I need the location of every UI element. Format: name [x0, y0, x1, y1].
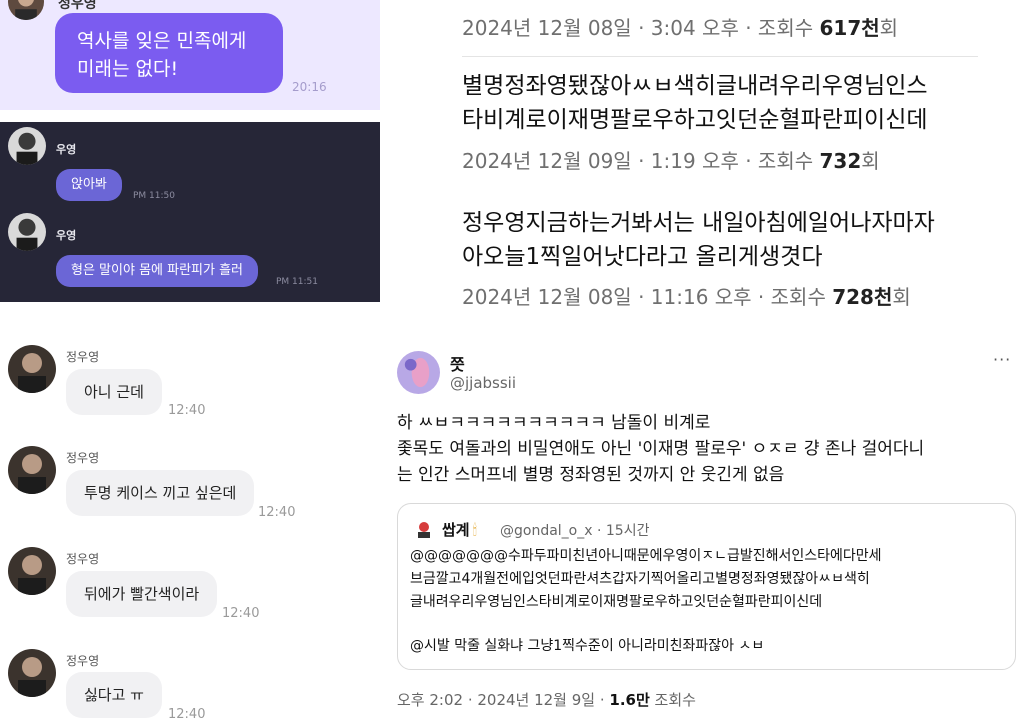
sender-name: 정우영 [66, 350, 100, 364]
post-text-line: 별명정좌영됐잖아ㅆㅂ색히글내려우리우영님인스 [462, 73, 928, 99]
sender-name: 우영 [56, 143, 77, 156]
message-bubble[interactable]: 앉아봐 [56, 169, 122, 201]
view-suffix: 회 [879, 16, 899, 40]
message-time: PM 11:51 [276, 277, 318, 287]
quoted-display-name: 쌉계 🕯 [442, 519, 477, 540]
post-text-line: 타비계로이재명팔로우하고잇던순혈파란피이신데 [462, 107, 928, 133]
post-date: 2024년 12월 08일 · 11:16 오후 · 조회수 [462, 285, 826, 309]
sender-name: 정우영 [66, 552, 100, 566]
sender-avatar[interactable] [8, 446, 56, 494]
sender-avatar[interactable] [8, 649, 56, 697]
tweet-display-name[interactable]: 쯧 [450, 351, 465, 375]
message-time: 12:40 [222, 606, 260, 621]
quoted-body: @@@@@@@수파두파미친년아니때문에우영이ㅈㄴ급발진해서인스타에다만세 브금깔… [410, 545, 882, 614]
post-text[interactable]: 정우영지금하는거봐서는 내일아침에일어나자마자 아오늘1찍일어낫다라고 올리게생… [462, 206, 935, 274]
post-date: 2024년 12월 08일 · 3:04 오후 · 조회수 [462, 16, 814, 40]
view-suffix: 회 [861, 149, 880, 173]
message-time: 12:40 [168, 707, 206, 722]
tweet-body: 하 ㅆㅂㅋㅋㅋㅋㅋㅋㅋㅋㅋㅋ 남돌이 비계로 좇목도 여돌과의 비밀연애도 아닌… [397, 410, 924, 488]
tweet-author-avatar[interactable] [397, 351, 440, 394]
message-bubble[interactable]: 싫다고 ㅠ [66, 672, 162, 718]
tweet-footer: 오후 2:02 · 2024년 12월 9일 · 1.6만 조회수 [397, 689, 696, 710]
message-time: 12:40 [168, 403, 206, 418]
tweet-view-label: 조회수 [649, 691, 696, 709]
tweet-line: 하 ㅆㅂㅋㅋㅋㅋㅋㅋㅋㅋㅋㅋ 남돌이 비계로 [397, 413, 711, 433]
sender-avatar[interactable] [8, 0, 44, 20]
sender-avatar[interactable] [8, 345, 56, 393]
quoted-name-text: 쌉계 [442, 521, 470, 539]
quoted-author-avatar[interactable] [413, 518, 435, 540]
post-timestamp: 2024년 12월 08일 · 3:04 오후 · 조회수 617천회 [462, 12, 898, 41]
sender-avatar[interactable] [8, 547, 56, 595]
post-text-line: 아오늘1찍일어낫다라고 올리게생겻다 [462, 244, 823, 270]
post-timestamp: 2024년 12월 08일 · 11:16 오후 · 조회수 728천회 [462, 281, 911, 310]
message-time: 12:40 [258, 505, 296, 520]
tweet-handle[interactable]: @jjabssii [450, 374, 516, 392]
sender-avatar[interactable] [8, 213, 46, 251]
sender-avatar[interactable] [8, 127, 46, 165]
tweet-timestamp[interactable]: 오후 2:02 · 2024년 12월 9일 · [397, 691, 609, 709]
message-bubble[interactable]: 뒤에가 빨간색이라 [66, 571, 218, 617]
message-time: 20:16 [292, 80, 327, 94]
post-timestamp: 2024년 12월 09일 · 1:19 오후 · 조회수 732회 [462, 145, 880, 174]
post-text-line: 정우영지금하는거봐서는 내일아침에일어나자마자 [462, 210, 935, 236]
more-options-icon[interactable]: ··· [993, 350, 1011, 369]
divider [462, 56, 978, 57]
post-date: 2024년 12월 09일 · 1:19 오후 · 조회수 [462, 149, 814, 173]
message-bubble[interactable]: 형은 말이야 몸에 파란피가 흘러 [56, 255, 259, 287]
quoted-line: 브금깔고4개월전에입엇던파란셔츠갑자기찍어올리고별명정좌영됐잖아ㅆㅂ색히 [410, 571, 870, 587]
message-bubble[interactable]: 아니 근데 [66, 369, 162, 415]
sender-name: 정우영 [66, 451, 100, 465]
quoted-line-extra: @시발 막줄 실화냐 그냥1찍수준이 아니라미친좌파잖아 ㅅㅂ [410, 638, 765, 654]
quoted-handle-time: @gondal_o_x · 15시간 [500, 523, 650, 539]
message-line: 미래는 없다! [77, 58, 179, 80]
view-count: 728천 [832, 285, 893, 309]
sender-name: 정우영 [66, 654, 100, 668]
message-bubble[interactable]: 역사를 잊은 민족에게 미래는 없다! [55, 13, 283, 93]
tweet-line: 좇목도 여돌과의 비밀연애도 아닌 '이재명 팔로우' ㅇㅈㄹ 걍 존나 걸어다… [397, 439, 925, 459]
view-count: 732 [819, 149, 862, 173]
message-time: PM 11:50 [133, 191, 175, 201]
view-suffix: 회 [892, 285, 911, 309]
message-line: 역사를 잊은 민족에게 [77, 30, 247, 52]
dark-chat-panel: 우영 앉아봐 PM 11:50 우영 형은 말이야 몸에 파란피가 흘러 PM … [0, 122, 380, 302]
sender-name: 정우영 [58, 0, 97, 12]
candle-emoji-icon: 🕯 [472, 521, 477, 539]
message-bubble[interactable]: 투명 케이스 끼고 싶은데 [66, 470, 255, 516]
view-count: 617천 [819, 16, 880, 40]
tweet-view-count: 1.6만 [609, 691, 650, 709]
post-text[interactable]: 별명정좌영됐잖아ㅆㅂ색히글내려우리우영님인스 타비계로이재명팔로우하고잇던순혈파… [462, 69, 928, 137]
quoted-line: 글내려우리우영님인스타비계로이재명팔로우하고잇던순혈파란피이신데 [410, 594, 823, 610]
quoted-line: @@@@@@@수파두파미친년아니때문에우영이ㅈㄴ급발진해서인스타에다만세 [410, 548, 882, 564]
sender-name: 우영 [56, 229, 77, 242]
purple-chat-panel: 정우영 역사를 잊은 민족에게 미래는 없다! 20:16 [0, 0, 380, 110]
tweet-line: 는 인간 스머프네 별명 정좌영된 것까지 안 웃긴게 없음 [397, 465, 785, 485]
